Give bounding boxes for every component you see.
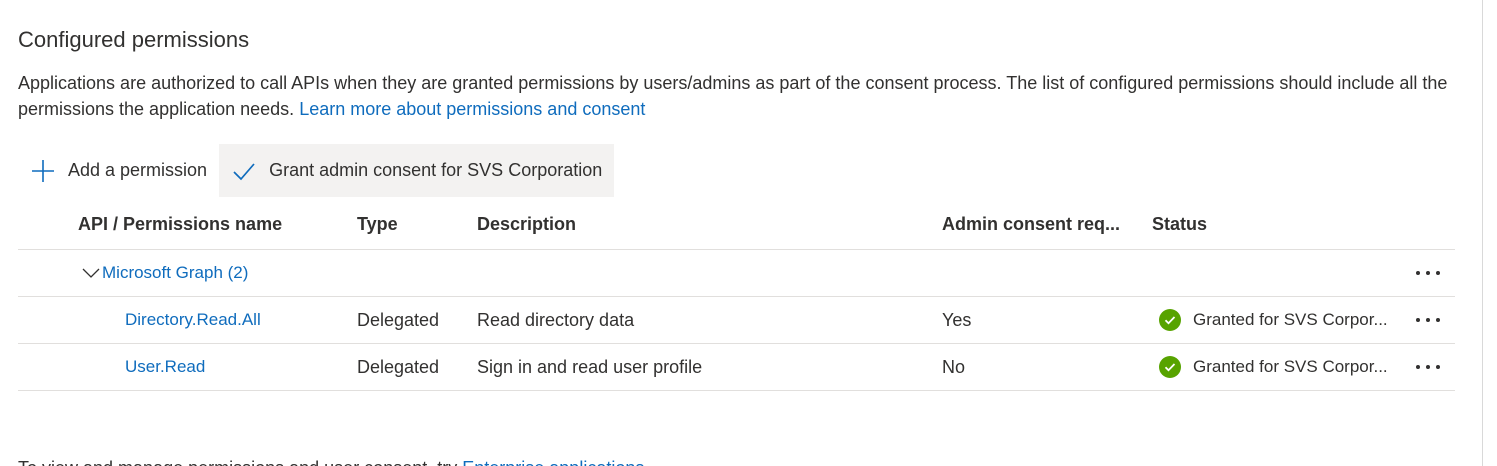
permission-description: Read directory data (477, 309, 635, 330)
success-check-icon (1159, 309, 1181, 331)
learn-more-link[interactable]: Learn more about permissions and consent (299, 99, 645, 119)
column-header-description[interactable]: Description (477, 200, 576, 249)
section-title: Configured permissions (18, 27, 250, 52)
grant-admin-consent-button[interactable]: Grant admin consent for SVS Corporation (219, 144, 615, 197)
status-cell: Granted for SVS Corpor... (1159, 297, 1388, 343)
table-row: User.Read Delegated Sign in and read use… (18, 344, 1455, 391)
more-ellipsis-icon (1416, 271, 1440, 275)
intro-text: Applications are authorized to call APIs… (18, 73, 1448, 119)
group-more-button[interactable] (1414, 250, 1442, 296)
table-header-row: API / Permissions name Type Description … (18, 200, 1455, 250)
admin-consent-required: No (942, 356, 966, 377)
row-more-button[interactable] (1414, 297, 1442, 343)
permission-name-link[interactable]: Directory.Read.All (125, 297, 261, 343)
group-toggle[interactable]: Microsoft Graph (2) (80, 250, 248, 296)
group-row-microsoft-graph: Microsoft Graph (2) (18, 250, 1455, 297)
footer-paragraph: To view and manage permissions and user … (18, 455, 644, 466)
intro-paragraph: Applications are authorized to call APIs… (18, 70, 1458, 122)
add-permission-label: Add a permission (68, 160, 208, 180)
table-row: Directory.Read.All Delegated Read direct… (18, 297, 1455, 344)
add-permission-button[interactable]: Add a permission (18, 144, 219, 197)
permission-description: Sign in and read user profile (477, 356, 703, 377)
footer-text: To view and manage permissions and user … (18, 458, 457, 466)
row-more-button[interactable] (1414, 344, 1442, 390)
more-ellipsis-icon (1416, 318, 1440, 322)
enterprise-applications-link[interactable]: Enterprise applications (462, 458, 644, 466)
grant-admin-consent-label: Grant admin consent for SVS Corporation (269, 160, 603, 180)
plus-icon (30, 158, 56, 184)
chevron-down-icon (80, 262, 102, 284)
checkmark-icon (231, 158, 257, 184)
column-header-type[interactable]: Type (357, 200, 398, 249)
more-ellipsis-icon (1416, 365, 1440, 369)
status-cell: Granted for SVS Corpor... (1159, 344, 1388, 390)
permission-type: Delegated (357, 356, 440, 377)
column-header-admin-consent[interactable]: Admin consent req... (942, 200, 1120, 249)
configured-permissions-page: Configured permissions Applications are … (0, 0, 1497, 466)
permission-name-link[interactable]: User.Read (125, 344, 205, 390)
toolbar: Add a permission Grant admin consent for… (18, 144, 615, 197)
permission-type: Delegated (357, 309, 440, 330)
group-label: Microsoft Graph (2) (102, 263, 249, 282)
permissions-table: API / Permissions name Type Description … (18, 200, 1455, 391)
status-text: Granted for SVS Corpor... (1193, 357, 1388, 376)
success-check-icon (1159, 356, 1181, 378)
admin-consent-required: Yes (942, 309, 972, 330)
vertical-scrollbar[interactable] (1482, 0, 1497, 466)
status-text: Granted for SVS Corpor... (1193, 310, 1388, 329)
column-header-api[interactable]: API / Permissions name (78, 200, 282, 249)
column-header-status[interactable]: Status (1152, 200, 1207, 249)
